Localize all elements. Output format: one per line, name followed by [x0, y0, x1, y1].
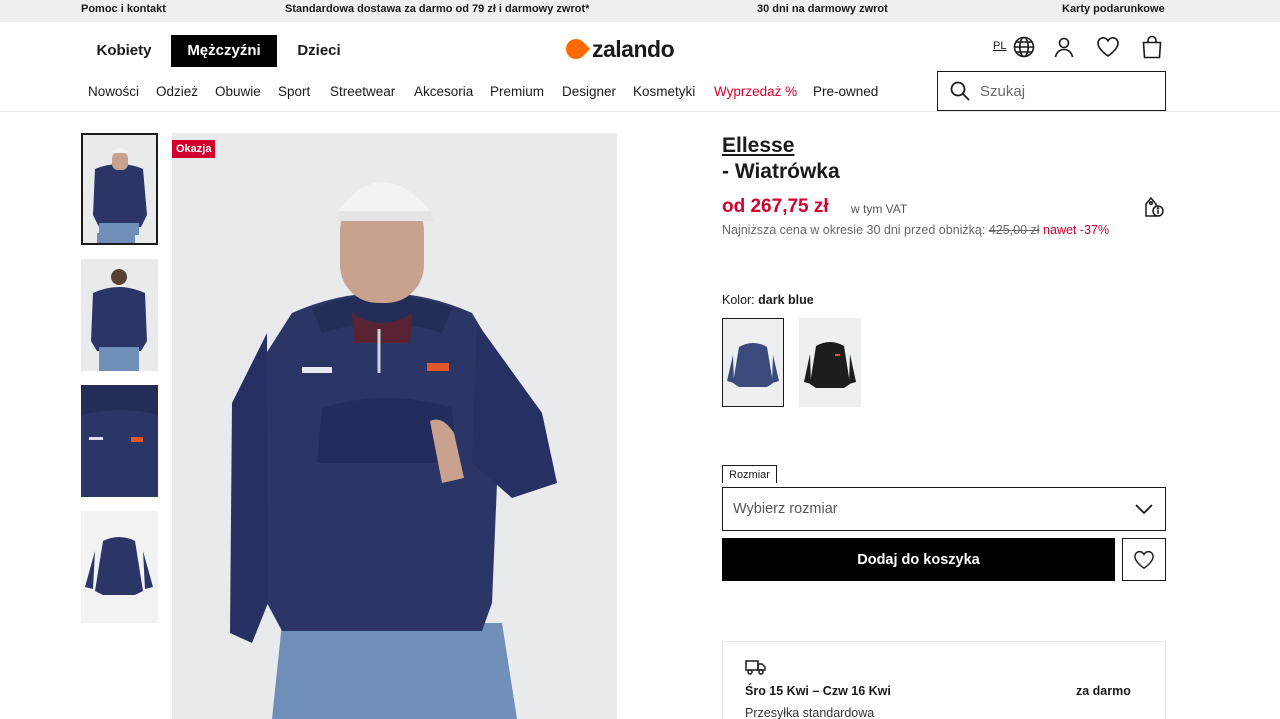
- wishlist-icon[interactable]: [1095, 34, 1121, 60]
- size-select[interactable]: Wybierz rozmiar: [722, 487, 1166, 531]
- returns-info-link[interactable]: 30 dni na darmowy zwrot: [757, 3, 888, 15]
- help-link[interactable]: Pomoc i kontakt: [81, 3, 166, 15]
- thumbnail-front[interactable]: [81, 133, 158, 245]
- gender-tab-men[interactable]: Mężczyźni: [171, 35, 277, 67]
- zalando-logo[interactable]: zalando: [561, 34, 675, 64]
- nav-item-sport[interactable]: Sport: [278, 84, 310, 99]
- lowest-price-info: Najniższa cena w okresie 30 dni przed ob…: [722, 221, 1122, 239]
- deal-badge: Okazja: [172, 140, 216, 158]
- delivery-type: Przesyłka standardowa: [745, 706, 875, 719]
- discount-text: nawet -37%: [1043, 223, 1110, 237]
- add-to-wishlist-button[interactable]: [1122, 538, 1166, 581]
- vat-note: w tym VAT: [851, 202, 908, 216]
- top-info-bar: Pomoc i kontakt Standardowa dostawa za d…: [0, 0, 1280, 22]
- size-label: Rozmiar: [722, 465, 777, 483]
- thumbnail-detail[interactable]: [81, 385, 158, 497]
- shopping-bag-icon[interactable]: [1139, 34, 1165, 60]
- lowest-price-text: Najniższa cena w okresie 30 dni przed ob…: [722, 223, 986, 237]
- nav-item-pre-owned[interactable]: Pre-owned: [813, 84, 878, 99]
- nav-item-premium[interactable]: Premium: [490, 84, 544, 99]
- shipping-info-link[interactable]: Standardowa dostawa za darmo od 79 zł i …: [285, 3, 589, 15]
- truck-icon: [745, 660, 766, 675]
- nav-item-streetwear[interactable]: Streetwear: [330, 84, 395, 99]
- color-swatch-dark-blue[interactable]: [722, 318, 784, 407]
- nav-item-clothing[interactable]: Odzież: [156, 84, 198, 99]
- nav-item-sale[interactable]: Wyprzedaż %: [714, 84, 797, 99]
- logo-text: zalando: [592, 35, 675, 62]
- product-price: od 267,75 zł: [722, 196, 829, 217]
- size-select-value: Wybierz rozmiar: [733, 501, 838, 517]
- site-header: Kobiety Mężczyźni Dzieci zalando PL Nowo…: [0, 22, 1280, 112]
- delivery-info-box: Śro 15 Kwi – Czw 16 Kwi za darmo Przesył…: [722, 641, 1166, 719]
- nav-item-cosmetics[interactable]: Kosmetyki: [633, 84, 695, 99]
- price-info-icon[interactable]: [1142, 195, 1166, 224]
- previous-price: 425,00 zł: [988, 223, 1040, 237]
- nav-item-shoes[interactable]: Obuwie: [215, 84, 261, 99]
- color-swatch-black[interactable]: [799, 318, 861, 407]
- product-name: - Wiatrówka: [722, 160, 840, 183]
- nav-item-designer[interactable]: Designer: [562, 84, 616, 99]
- nav-item-accessories[interactable]: Akcesoria: [414, 84, 473, 99]
- logo-mark-icon: [561, 34, 591, 64]
- language-code[interactable]: PL: [993, 40, 1006, 52]
- gender-tab-kids[interactable]: Dzieci: [288, 35, 350, 67]
- search-icon: [950, 81, 970, 101]
- product-main-image[interactable]: [172, 133, 617, 719]
- color-label: Kolor: dark blue: [722, 293, 814, 307]
- add-to-cart-button[interactable]: Dodaj do koszyka: [722, 538, 1115, 581]
- search-box[interactable]: [937, 71, 1166, 111]
- chevron-down-icon: [1135, 504, 1153, 515]
- nav-item-new[interactable]: Nowości: [88, 84, 139, 99]
- brand-link[interactable]: Ellesse: [722, 134, 794, 158]
- heart-icon: [1134, 550, 1154, 569]
- giftcards-link[interactable]: Karty podarunkowe: [1062, 3, 1165, 15]
- delivery-dates: Śro 15 Kwi – Czw 16 Kwi: [745, 684, 891, 698]
- search-input[interactable]: [980, 82, 1150, 100]
- globe-icon[interactable]: [1011, 34, 1037, 60]
- thumbnail-back[interactable]: [81, 259, 158, 371]
- delivery-price: za darmo: [1076, 684, 1131, 698]
- color-value: dark blue: [758, 293, 814, 307]
- account-icon[interactable]: [1051, 34, 1077, 60]
- gender-tab-women[interactable]: Kobiety: [88, 35, 160, 67]
- thumbnail-packshot[interactable]: [81, 511, 158, 623]
